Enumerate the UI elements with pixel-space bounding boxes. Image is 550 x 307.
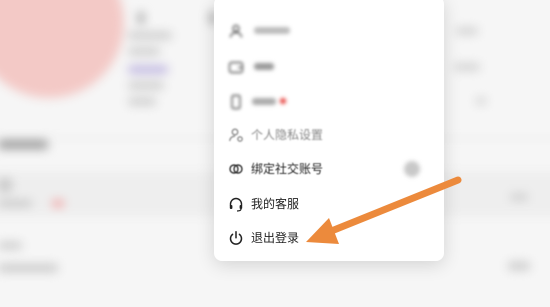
bg-text (52, 200, 64, 207)
link-icon (228, 161, 244, 177)
user-icon (228, 23, 244, 39)
menu-item-3[interactable] (214, 87, 444, 117)
menu-item-1[interactable] (214, 16, 444, 46)
menu-item-2[interactable] (214, 52, 444, 82)
notification-dot (280, 98, 286, 104)
bg-text (128, 48, 160, 55)
menu-item-bind-social[interactable]: 绑定社交账号 (214, 154, 444, 184)
blurred-text (254, 63, 274, 70)
bg-text (454, 64, 480, 70)
menu-item-label: 退出登录 (251, 231, 300, 245)
bg-text (128, 66, 168, 73)
bg-text (456, 28, 478, 34)
menu-item-label: 个人隐私设置 (251, 128, 324, 142)
bg-text (510, 194, 528, 200)
bg-text (138, 12, 144, 24)
bg-text (0, 264, 58, 272)
bg-text (0, 178, 12, 192)
bg-text (0, 242, 22, 249)
privacy-icon (228, 127, 244, 143)
power-icon (228, 230, 244, 246)
menu-item-logout[interactable]: 退出登录 (214, 223, 444, 253)
avatar (0, 0, 124, 98)
headset-icon (228, 196, 244, 212)
menu-item-customer-service[interactable]: 我的客服 (214, 189, 444, 219)
menu-item-privacy[interactable]: 个人隐私设置 (214, 120, 444, 150)
bg-text (128, 82, 164, 89)
bg-text (128, 32, 172, 39)
bg-text (508, 262, 530, 270)
bg-text (476, 98, 486, 104)
account-dropdown-menu: 个人隐私设置 绑定社交账号 我的客服 退出登录 (214, 0, 444, 261)
blurred-text (252, 98, 276, 105)
wallet-icon (228, 59, 244, 75)
bg-text (0, 200, 32, 207)
bg-text (0, 140, 48, 149)
menu-item-label: 我的客服 (251, 197, 300, 211)
blurred-icon (404, 161, 420, 177)
menu-item-label: 绑定社交账号 (251, 162, 324, 176)
blurred-text (254, 27, 290, 34)
phone-icon (228, 94, 244, 110)
bg-text (128, 98, 156, 105)
